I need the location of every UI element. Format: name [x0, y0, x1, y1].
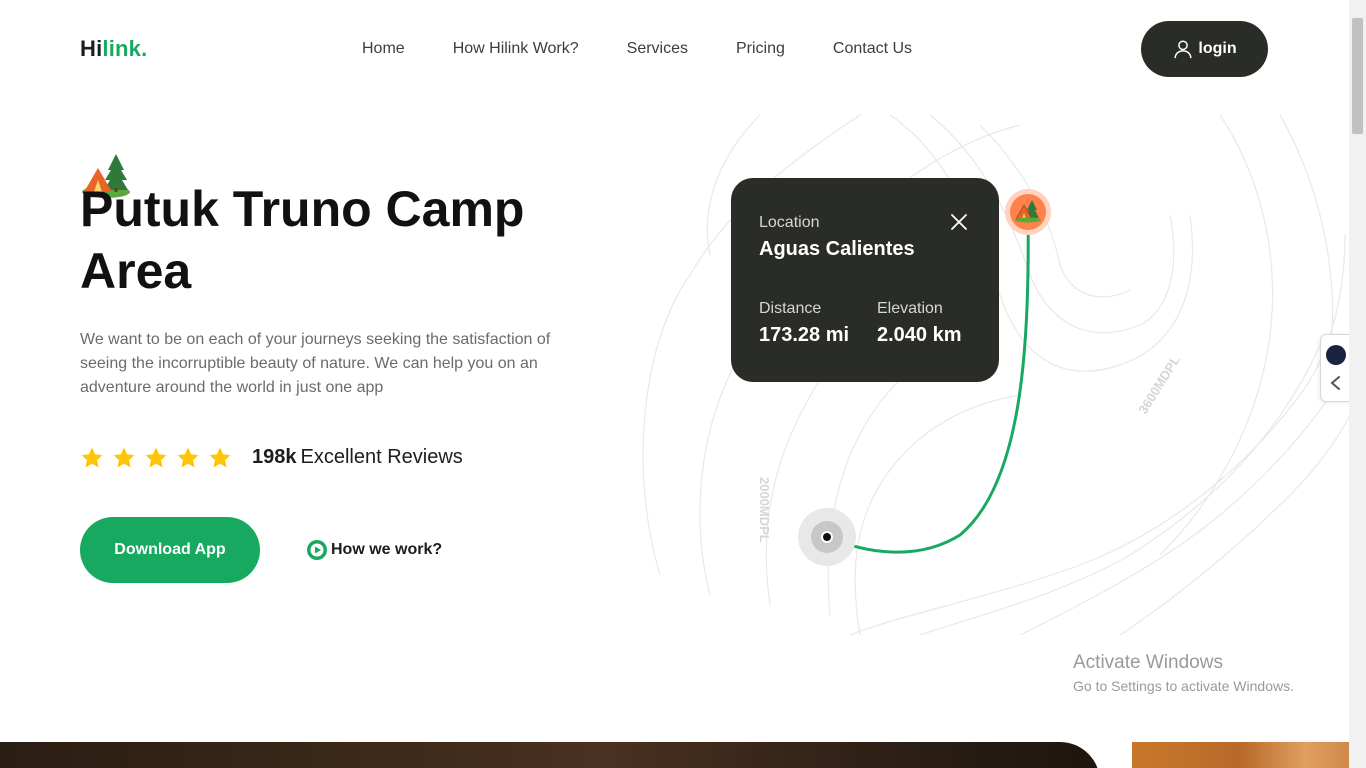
login-button[interactable]: login: [1141, 21, 1268, 77]
feature-image-left: [0, 742, 1100, 768]
rating-stars: [80, 446, 232, 470]
play-icon: [307, 540, 327, 560]
nav-contact-us[interactable]: Contact Us: [833, 40, 912, 58]
star-icon: [145, 447, 167, 468]
reviews-summary: 198k Excellent Reviews: [252, 446, 463, 469]
how-we-work-link[interactable]: How we work?: [307, 540, 442, 560]
close-icon[interactable]: [949, 212, 969, 232]
reviews-count: 198k: [252, 446, 297, 468]
elevation-value: 2.040 km: [877, 324, 962, 346]
star-icon: [177, 447, 199, 468]
location-value: Aguas Calientes: [759, 238, 915, 260]
hero-description: We want to be on each of your journeys s…: [80, 331, 551, 396]
elevation-label: Elevation: [877, 300, 943, 317]
distance-value: 173.28 mi: [759, 324, 850, 346]
activate-windows-title: Activate Windows: [1073, 652, 1223, 673]
nav-services[interactable]: Services: [627, 40, 688, 58]
camp-pin-icon[interactable]: [1004, 188, 1052, 240]
star-icon: [81, 447, 103, 468]
star-icon: [113, 447, 135, 468]
how-we-work-label: How we work?: [331, 541, 443, 558]
chevron-left-icon[interactable]: [1329, 375, 1343, 391]
main-nav: Home How Hilink Work? Services Pricing C…: [362, 40, 960, 58]
logo[interactable]: Hilink.: [80, 36, 147, 62]
start-marker[interactable]: [798, 508, 856, 566]
feature-image-right: [1132, 742, 1349, 768]
nav-how-hilink-work[interactable]: How Hilink Work?: [453, 40, 579, 58]
location-info-card: Location Aguas Calientes Distance 173.28…: [731, 178, 999, 382]
contour-label-2000: 2000MDPL: [757, 477, 772, 543]
activate-windows-watermark: Activate Windows Go to Settings to activ…: [1073, 652, 1294, 694]
page-title: Putuk Truno Camp Area: [80, 181, 525, 299]
side-assistant-widget[interactable]: [1320, 334, 1350, 402]
download-app-label: Download App: [114, 541, 226, 558]
location-label: Location: [759, 214, 820, 231]
logo-part-1: Hi: [80, 36, 103, 61]
start-marker-dot: [821, 531, 833, 543]
nav-home[interactable]: Home: [362, 40, 405, 58]
contour-label-3600: 3600MDPL: [1135, 353, 1183, 417]
distance-label: Distance: [759, 300, 822, 317]
activate-windows-subtitle: Go to Settings to activate Windows.: [1073, 678, 1294, 694]
user-icon: [1174, 40, 1192, 59]
scrollbar-thumb[interactable]: [1352, 18, 1363, 134]
star-icon: [209, 447, 231, 468]
assistant-avatar-icon: [1326, 345, 1346, 365]
download-app-button[interactable]: Download App: [80, 517, 260, 583]
page-scrollbar[interactable]: [1349, 0, 1366, 768]
login-label: login: [1198, 40, 1237, 57]
reviews-label: Excellent Reviews: [300, 446, 463, 468]
logo-part-2: link.: [102, 36, 148, 61]
nav-pricing[interactable]: Pricing: [736, 40, 785, 58]
